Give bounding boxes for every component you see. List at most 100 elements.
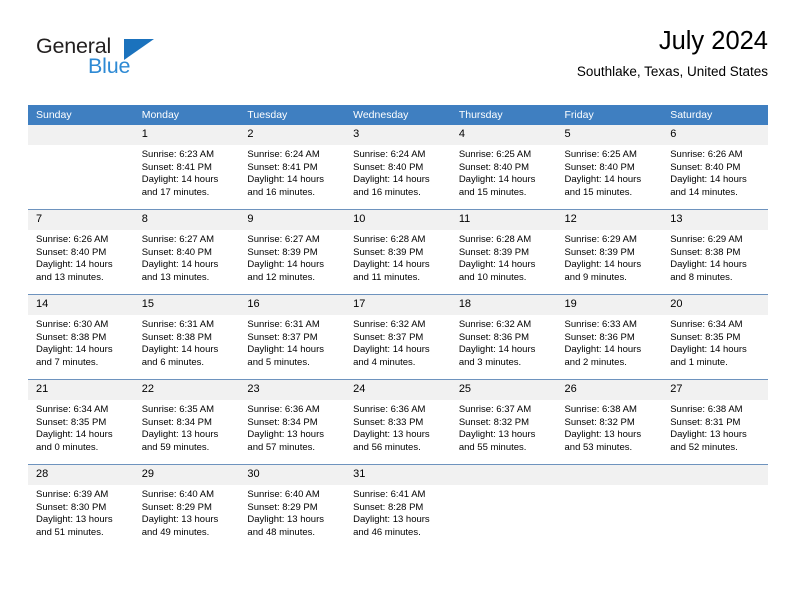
sunrise-text: Sunrise: 6:28 AM [353, 234, 426, 245]
day-cell[interactable]: 21 Sunrise: 6:34 AM Sunset: 8:35 PM Dayligh… [28, 379, 134, 465]
sunrise-text: Sunrise: 6:37 AM [458, 404, 532, 415]
day-cell[interactable]: 9 Sunrise: 6:27 AM Sunset: 8:39 PM Daylight… [239, 209, 346, 295]
day-cell[interactable]: 5 Sunrise: 6:25 AM Sunset: 8:40 PM Daylight… [556, 125, 663, 210]
daylight-text-line1: Daylight: 13 hours [353, 429, 430, 441]
day-cell[interactable]: 18 Sunrise: 6:32 AM Sunset: 8:36 PM Dayligh… [450, 294, 557, 380]
daylight-text-line2: and 13 minutes. [141, 271, 210, 283]
daylight-text-line1: Daylight: 14 hours [36, 429, 113, 441]
day-cell[interactable]: 16 Sunrise: 6:31 AM Sunset: 8:37 PM Dayligh… [239, 294, 346, 380]
sunset-text: Sunset: 8:35 PM [670, 331, 741, 343]
sunrise-text: Sunrise: 6:24 AM [353, 149, 426, 160]
day-cell[interactable]: 30 Sunrise: 6:40 AM Sunset: 8:29 PM Dayligh… [239, 464, 346, 549]
day-number: 22 [133, 380, 240, 400]
sunrise-text: Sunrise: 6:40 AM [247, 489, 320, 500]
day-cell[interactable]: 28 Sunrise: 6:39 AM Sunset: 8:30 PM Dayligh… [28, 464, 134, 549]
day-number [450, 465, 557, 485]
day-cell[interactable]: 25 Sunrise: 6:37 AM Sunset: 8:32 PM Dayligh… [450, 379, 557, 465]
day-cell[interactable]: 13 Sunrise: 6:29 AM Sunset: 8:38 PM Dayligh… [662, 209, 768, 295]
daylight-text-line2: and 55 minutes. [458, 441, 527, 453]
day-cell[interactable]: 6 Sunrise: 6:26 AM Sunset: 8:40 PM Daylight… [662, 125, 768, 210]
sunrise-text: Sunrise: 6:40 AM [141, 489, 215, 500]
day-details: Sunrise: 6:32 AM Sunset: 8:37 PM Daylight:… [345, 315, 451, 369]
day-details: Sunrise: 6:34 AM Sunset: 8:35 PM Daylight:… [28, 400, 134, 454]
sunrise-text: Sunrise: 6:30 AM [36, 319, 109, 330]
daylight-text-line1: Daylight: 14 hours [670, 174, 747, 186]
day-cell[interactable]: 11 Sunrise: 6:28 AM Sunset: 8:39 PM Dayligh… [450, 209, 557, 295]
sunrise-text: Sunrise: 6:29 AM [670, 234, 743, 245]
title-block: July 2024 Southlake, Texas, United State… [577, 26, 768, 82]
day-number: 16 [239, 295, 346, 315]
day-cell[interactable]: 8 Sunrise: 6:27 AM Sunset: 8:40 PM Daylight… [133, 209, 240, 295]
day-cell[interactable]: 24 Sunrise: 6:36 AM Sunset: 8:33 PM Dayligh… [345, 379, 451, 465]
day-number: 10 [345, 210, 451, 230]
day-cell[interactable]: 27 Sunrise: 6:38 AM Sunset: 8:31 PM Dayligh… [662, 379, 768, 465]
day-cell[interactable]: 10 Sunrise: 6:28 AM Sunset: 8:39 PM Dayligh… [345, 209, 451, 295]
day-cell[interactable] [28, 125, 134, 210]
sunset-text: Sunset: 8:29 PM [247, 501, 318, 513]
calendar-body: 1 Sunrise: 6:23 AM Sunset: 8:41 PM Daylight… [28, 125, 768, 549]
daylight-text-line1: Daylight: 14 hours [353, 174, 430, 186]
daylight-text-line1: Daylight: 14 hours [353, 259, 430, 271]
day-cell[interactable]: 17 Sunrise: 6:32 AM Sunset: 8:37 PM Dayligh… [345, 294, 451, 380]
day-cell[interactable] [450, 464, 557, 549]
day-cell[interactable]: 4 Sunrise: 6:25 AM Sunset: 8:40 PM Daylight… [450, 125, 557, 210]
daylight-text-line1: Daylight: 14 hours [564, 259, 642, 271]
day-cell[interactable]: 3 Sunrise: 6:24 AM Sunset: 8:40 PM Daylight… [345, 125, 451, 210]
sunrise-text: Sunrise: 6:31 AM [141, 319, 215, 330]
day-number: 13 [662, 210, 768, 230]
day-number: 15 [133, 295, 240, 315]
day-details: Sunrise: 6:32 AM Sunset: 8:36 PM Daylight:… [451, 315, 557, 369]
weekday-header-monday: Monday [133, 105, 240, 125]
daylight-text-line2: and 0 minutes. [36, 441, 99, 453]
daylight-text-line1: Daylight: 14 hours [458, 344, 536, 356]
daylight-text-line1: Daylight: 13 hours [247, 514, 324, 526]
weekday-header-tuesday: Tuesday [239, 105, 346, 125]
daylight-text-line2: and 12 minutes. [247, 271, 316, 283]
sunset-text: Sunset: 8:40 PM [670, 161, 741, 173]
day-number: 30 [239, 465, 346, 485]
day-cell[interactable]: 12 Sunrise: 6:29 AM Sunset: 8:39 PM Dayligh… [556, 209, 663, 295]
sunrise-text: Sunrise: 6:34 AM [670, 319, 743, 330]
day-cell[interactable]: 20 Sunrise: 6:34 AM Sunset: 8:35 PM Dayligh… [662, 294, 768, 380]
day-cell[interactable]: 1 Sunrise: 6:23 AM Sunset: 8:41 PM Daylight… [133, 125, 240, 210]
day-cell[interactable] [556, 464, 663, 549]
day-cell[interactable]: 14 Sunrise: 6:30 AM Sunset: 8:38 PM Dayligh… [28, 294, 134, 380]
sunrise-text: Sunrise: 6:25 AM [458, 149, 532, 160]
sunset-text: Sunset: 8:32 PM [564, 416, 635, 428]
day-cell[interactable]: 7 Sunrise: 6:26 AM Sunset: 8:40 PM Daylight… [28, 209, 134, 295]
day-details: Sunrise: 6:31 AM Sunset: 8:37 PM Daylight:… [239, 315, 345, 369]
daylight-text-line1: Daylight: 14 hours [458, 174, 536, 186]
sunrise-text: Sunrise: 6:23 AM [141, 149, 215, 160]
day-details: Sunrise: 6:29 AM Sunset: 8:39 PM Daylight:… [557, 230, 663, 284]
day-cell[interactable]: 15 Sunrise: 6:31 AM Sunset: 8:38 PM Dayligh… [133, 294, 240, 380]
day-number: 7 [28, 210, 134, 230]
day-details: Sunrise: 6:33 AM Sunset: 8:36 PM Daylight:… [557, 315, 663, 369]
general-blue-logo: General Blue [28, 34, 228, 88]
day-number: 3 [345, 125, 451, 145]
daylight-text-line2: and 14 minutes. [670, 186, 738, 198]
day-cell[interactable]: 19 Sunrise: 6:33 AM Sunset: 8:36 PM Dayligh… [556, 294, 663, 380]
weekday-header-wednesday: Wednesday [345, 105, 451, 125]
day-cell[interactable]: 2 Sunrise: 6:24 AM Sunset: 8:41 PM Daylight… [239, 125, 346, 210]
day-cell[interactable]: 31 Sunrise: 6:41 AM Sunset: 8:28 PM Dayligh… [345, 464, 451, 549]
day-number: 9 [239, 210, 346, 230]
day-cell[interactable]: 26 Sunrise: 6:38 AM Sunset: 8:32 PM Dayligh… [556, 379, 663, 465]
day-number: 14 [28, 295, 134, 315]
sunrise-text: Sunrise: 6:36 AM [353, 404, 426, 415]
day-number: 6 [662, 125, 768, 145]
sunset-text: Sunset: 8:39 PM [353, 246, 424, 258]
day-cell[interactable] [662, 464, 768, 549]
sunrise-text: Sunrise: 6:29 AM [564, 234, 637, 245]
sunset-text: Sunset: 8:38 PM [36, 331, 107, 343]
day-cell[interactable]: 29 Sunrise: 6:40 AM Sunset: 8:29 PM Dayligh… [133, 464, 240, 549]
sunset-text: Sunset: 8:31 PM [670, 416, 741, 428]
day-details: Sunrise: 6:28 AM Sunset: 8:39 PM Daylight:… [451, 230, 557, 284]
daylight-text-line2: and 8 minutes. [670, 271, 733, 283]
daylight-text-line2: and 6 minutes. [141, 356, 205, 368]
day-cell[interactable]: 22 Sunrise: 6:35 AM Sunset: 8:34 PM Dayligh… [133, 379, 240, 465]
week-row: 21 Sunrise: 6:34 AM Sunset: 8:35 PM Dayligh… [28, 379, 768, 465]
daylight-text-line2: and 57 minutes. [247, 441, 316, 453]
daylight-text-line2: and 49 minutes. [141, 526, 210, 538]
day-number: 28 [28, 465, 134, 485]
day-cell[interactable]: 23 Sunrise: 6:36 AM Sunset: 8:34 PM Dayligh… [239, 379, 346, 465]
